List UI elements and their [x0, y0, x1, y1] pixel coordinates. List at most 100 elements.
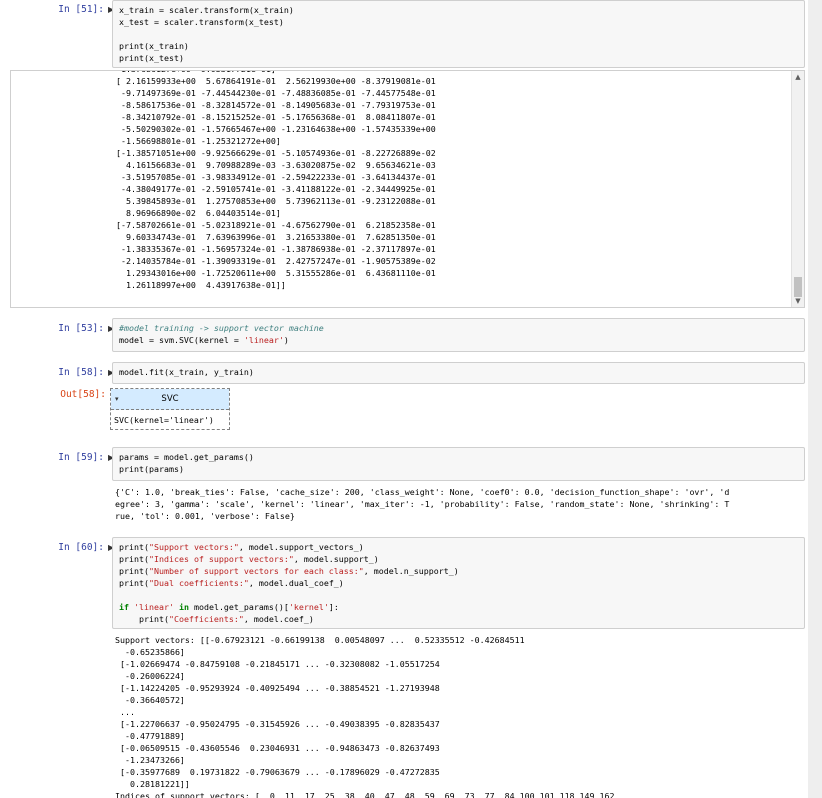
code-line: params = model.get_params()	[119, 452, 254, 462]
code-input[interactable]: model.fit(x_train, y_train)	[112, 362, 805, 384]
output-line: [-1.14224205 -0.95293924 -0.40925494 ...…	[115, 683, 440, 693]
output-line: [-0.35977689 0.19731822 -0.79063679 ... …	[115, 767, 440, 777]
code-segment: , model.dual_coef_)	[248, 578, 344, 588]
output-line: -0.36640572]	[115, 695, 185, 705]
code-text: params = model.get_params() print(params…	[119, 451, 798, 475]
code-segment: model.get_params()[	[188, 602, 289, 612]
code-text: x_train = scaler.transform(x_train) x_te…	[119, 4, 798, 64]
output-line: -1.23473266]	[115, 755, 185, 765]
code-segment: model = svm.SVC(kernel =	[119, 335, 244, 345]
output-line: [-0.06509515 -0.43605546 0.23046931 ... …	[115, 743, 440, 753]
output-line: -0.26006224]	[115, 671, 185, 681]
output-text: Support vectors: [[-0.67923121 -0.661991…	[115, 634, 808, 798]
code-cell-60[interactable]: In [60]: ▶| print("Support vectors:", mo…	[8, 537, 805, 629]
vertical-scrollbar[interactable]: ▲ ▼	[791, 71, 804, 307]
code-segment: ]:	[328, 602, 339, 612]
code-segment: print(	[119, 614, 169, 624]
expand-arrow-icon[interactable]: ▾	[115, 389, 119, 409]
output-line: -3.51957085e-01 -3.98334912e-01 -2.59422…	[111, 172, 436, 182]
code-keyword: if	[119, 602, 129, 612]
output-scroll-area[interactable]: 1.37686127e+00 -9.95317721e-01] [ 2.1615…	[10, 70, 805, 308]
output-line: 9.60334743e-01 7.63963996e-01 3.21653380…	[111, 232, 436, 242]
code-line: print(params)	[119, 464, 184, 474]
output-line: 4.16156683e-01 9.70988289e-03 -3.6302087…	[111, 160, 436, 170]
output-line: 8.96966890e-02 6.04403514e-01]	[111, 208, 281, 218]
output-line: -1.56698801e-01 -1.25321272e+00]	[111, 136, 281, 146]
output-line: [-7.58702661e-01 -5.02318921e-01 -4.6756…	[111, 220, 436, 230]
code-string: "Support vectors:"	[148, 542, 239, 552]
output-line: -0.65235866]	[115, 647, 185, 657]
page-gutter	[808, 0, 822, 798]
output-area-59: {'C': 1.0, 'break_ties': False, 'cache_s…	[115, 486, 808, 522]
output-line: 0.28181221]]	[115, 779, 190, 789]
code-string: 'kernel'	[288, 602, 329, 612]
input-prompt: In [59]:	[58, 452, 104, 463]
output-line: -2.14035784e-01 -1.39093319e-01 2.427572…	[111, 256, 436, 266]
svc-estimator-widget[interactable]: ▾ SVC SVC(kernel='linear')	[110, 388, 230, 430]
code-cell-58[interactable]: In [58]: ▶| model.fit(x_train, y_train)	[8, 362, 805, 384]
svc-widget-header[interactable]: ▾ SVC	[111, 389, 229, 410]
output-line: 5.39845893e-01 1.27570853e+00 5.73962113…	[111, 196, 436, 206]
code-segment: print(	[119, 566, 149, 576]
code-string: "Indices of support vectors:"	[148, 554, 294, 564]
output-line: 1.26118997e+00 4.43917638e-01]]	[111, 280, 286, 290]
code-string: "Coefficients:"	[168, 614, 244, 624]
code-cell-53[interactable]: In [53]: ▶| #model training -> support v…	[8, 318, 805, 354]
code-string: "Dual coefficients:"	[148, 578, 249, 588]
code-segment: print(	[119, 554, 149, 564]
code-text: #model training -> support vector machin…	[119, 322, 798, 346]
code-line: x_test = scaler.transform(x_test)	[119, 17, 284, 27]
input-prompt: In [58]:	[58, 367, 104, 378]
code-segment: print(	[119, 542, 149, 552]
input-prompt: In [53]:	[58, 323, 104, 334]
code-text: model.fit(x_train, y_train)	[119, 366, 798, 378]
scroll-down-arrow-icon[interactable]: ▼	[792, 295, 804, 307]
scroll-up-arrow-icon[interactable]: ▲	[792, 71, 804, 83]
code-cell-59[interactable]: In [59]: ▶| params = model.get_params() …	[8, 447, 805, 483]
code-text: print("Support vectors:", model.support_…	[119, 541, 798, 625]
code-segment: )	[283, 335, 289, 345]
code-line: model.fit(x_train, y_train)	[119, 367, 254, 377]
code-input[interactable]: x_train = scaler.transform(x_train) x_te…	[112, 0, 805, 68]
output-area-60: Support vectors: [[-0.67923121 -0.661991…	[115, 634, 808, 798]
code-line: print(x_train)	[119, 41, 189, 51]
output-line: -1.38335367e-01 -1.56957324e-01 -1.38786…	[111, 244, 436, 254]
output-line: -5.50290302e-01 -1.57665467e+00 -1.23164…	[111, 124, 436, 134]
code-input[interactable]: print("Support vectors:", model.support_…	[112, 537, 805, 629]
code-line: print(x_test)	[119, 53, 184, 63]
code-segment: , model.coef_)	[243, 614, 314, 624]
code-cell-51[interactable]: In [51]: ▶| x_train = scaler.transform(x…	[8, 0, 805, 70]
output-text: {'C': 1.0, 'break_ties': False, 'cache_s…	[115, 486, 808, 522]
scroll-thumb[interactable]	[794, 277, 802, 297]
output-line: -8.58617536e-01 -8.32814572e-01 -8.14905…	[111, 100, 436, 110]
output-line: -4.38049177e-01 -2.59105741e-01 -3.41188…	[111, 184, 436, 194]
code-segment: , model.support_)	[293, 554, 379, 564]
code-comment: #model training -> support vector machin…	[119, 323, 324, 333]
code-line: x_train = scaler.transform(x_train)	[119, 5, 294, 15]
code-segment: , model.n_support_)	[363, 566, 459, 576]
output-line: [-1.02669474 -0.84759108 -0.21845171 ...…	[115, 659, 440, 669]
svc-widget-title: SVC	[161, 394, 179, 404]
code-string: "Number of support vectors for each clas…	[148, 566, 364, 576]
output-line: Support vectors: [[-0.67923121 -0.661991…	[115, 635, 525, 645]
code-string: 'linear'	[243, 335, 284, 345]
code-input[interactable]: #model training -> support vector machin…	[112, 318, 805, 352]
code-input[interactable]: params = model.get_params() print(params…	[112, 447, 805, 481]
output-line: [ 2.16159933e+00 5.67864191e-01 2.562199…	[111, 76, 436, 86]
input-prompt: In [51]:	[58, 4, 104, 15]
output-line: ...	[115, 707, 135, 717]
output-line: [-1.22706637 -0.95024795 -0.31545926 ...…	[115, 719, 440, 729]
output-line: egree': 3, 'gamma': 'scale', 'kernel': '…	[115, 499, 730, 509]
notebook-container: In [51]: ▶| x_train = scaler.transform(x…	[0, 0, 808, 798]
output-line: -0.47791889]	[115, 731, 185, 741]
output-line: [-1.38571051e+00 -9.92566629e-01 -5.1057…	[111, 148, 436, 158]
input-prompt: In [60]:	[58, 542, 104, 553]
output-line: rue, 'tol': 0.001, 'verbose': False}	[115, 511, 295, 521]
code-segment: print(	[119, 578, 149, 588]
output-line: -9.71497369e-01 -7.44544230e-01 -7.48836…	[111, 88, 436, 98]
output-line: Indices of support vectors: [ 0 11 17 25…	[115, 791, 615, 798]
code-segment: , model.support_vectors_)	[238, 542, 364, 552]
code-string: 'linear'	[134, 602, 174, 612]
output-line: 1.29343016e+00 -1.72520611e+00 5.3155528…	[111, 268, 436, 278]
svc-widget-body: SVC(kernel='linear')	[114, 415, 214, 425]
